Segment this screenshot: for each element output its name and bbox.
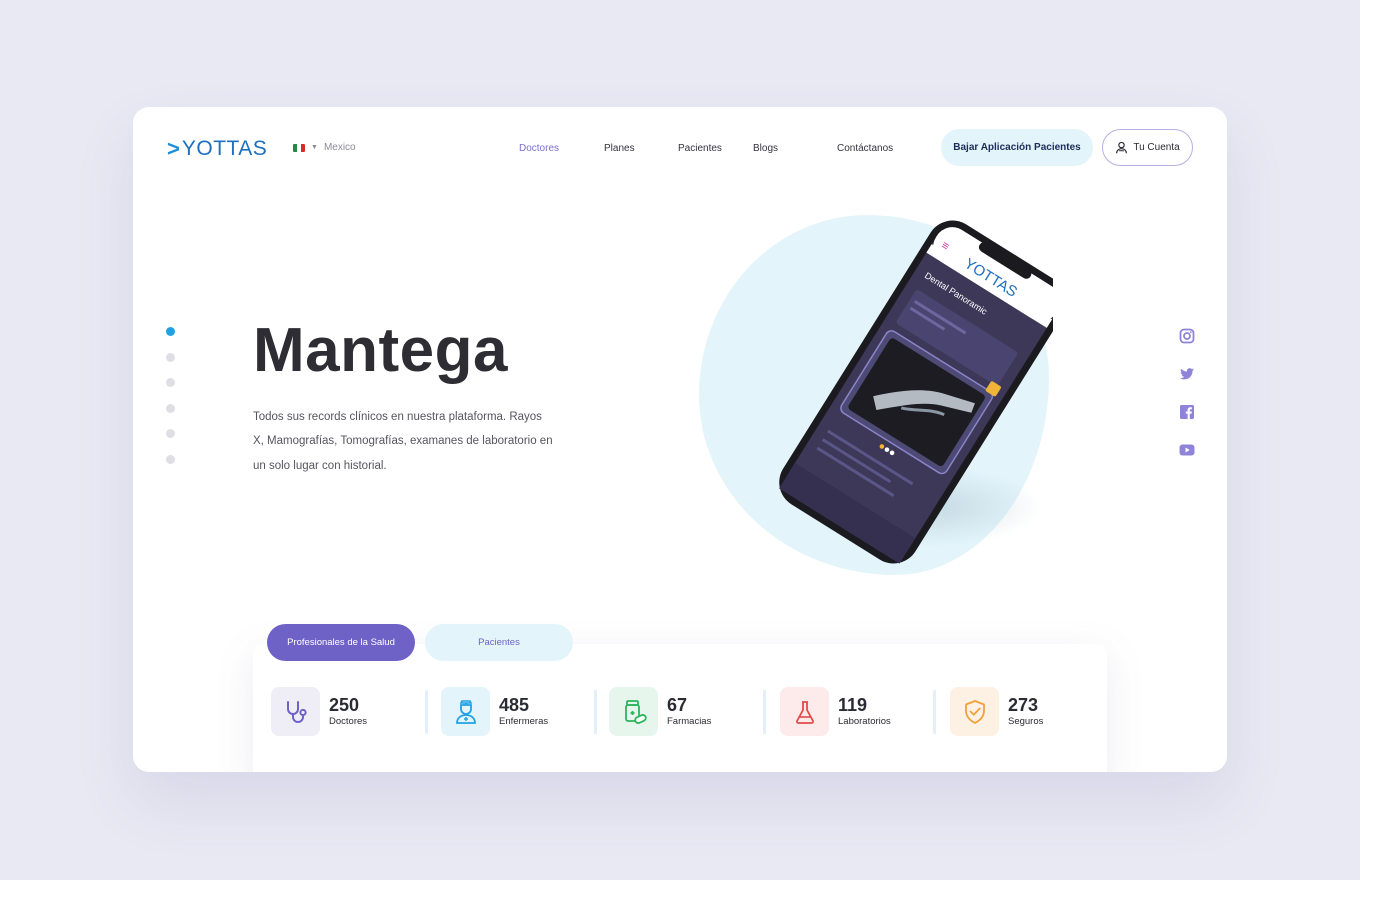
stat-label: Enfermeras <box>499 716 549 727</box>
stats-panel: 250 Doctores 485 Enfermeras 67 Farmacias… <box>253 644 1107 772</box>
chevron-down-icon: ▼ <box>311 144 318 151</box>
user-icon <box>1116 141 1128 154</box>
stat-divider <box>763 690 766 734</box>
stat-label: Seguros <box>1008 716 1044 727</box>
tab-pacientes[interactable]: Pacientes <box>425 624 573 661</box>
stat-doctores: 250 Doctores <box>271 687 367 736</box>
stat-label: Doctores <box>329 716 368 727</box>
stat-seguros: 273 Seguros <box>950 687 1043 736</box>
stat-value: 273 <box>1008 695 1039 715</box>
country-selector[interactable]: ▼ Mexico <box>293 142 356 153</box>
slider-dot[interactable] <box>166 429 175 438</box>
main-nav: Doctores Planes Pacientes Blogs Contácta… <box>519 143 893 154</box>
download-app-button[interactable]: Bajar Aplicación Pacientes <box>941 129 1093 166</box>
flask-icon <box>780 687 829 736</box>
stat-value: 67 <box>667 695 688 715</box>
shield-check-icon <box>950 687 999 736</box>
stat-value: 485 <box>499 695 530 715</box>
stat-value: 119 <box>838 695 868 715</box>
slider-pagination <box>166 327 175 464</box>
nav-doctores[interactable]: Doctores <box>519 143 604 154</box>
hero-description: Todos sus records clínicos en nuestra pl… <box>253 410 553 472</box>
stethoscope-icon <box>271 687 320 736</box>
slider-dot[interactable] <box>166 454 175 464</box>
stat-label: Laboratorios <box>838 716 891 727</box>
instagram-icon[interactable] <box>1179 328 1195 344</box>
nurse-icon <box>441 687 490 736</box>
tab-profesionales[interactable]: Profesionales de la Salud <box>267 624 415 661</box>
stat-value: 250 <box>329 695 360 715</box>
nav-blogs[interactable]: Blogs <box>753 143 837 154</box>
account-button[interactable]: Tu Cuenta <box>1102 129 1193 166</box>
phone-mockup: YOTTAS ≡ Dental Panoramic <box>773 207 1067 567</box>
logo-chevron-icon: > <box>167 136 180 161</box>
nav-pacientes[interactable]: Pacientes <box>678 143 753 154</box>
stat-divider <box>594 690 597 734</box>
nav-contactanos[interactable]: Contáctanos <box>837 143 893 154</box>
nav-planes[interactable]: Planes <box>604 143 678 154</box>
yottas-logo[interactable]: > YOTTAS <box>167 137 267 161</box>
facebook-icon[interactable] <box>1179 404 1195 420</box>
social-links <box>1179 328 1195 458</box>
slider-dot[interactable] <box>166 352 175 362</box>
hero-title: Mantega <box>253 316 508 385</box>
stat-label: Farmacias <box>667 716 712 727</box>
slider-dot[interactable] <box>166 403 175 413</box>
logo-text: YOTTAS <box>181 137 268 160</box>
stat-enfermeras: 485 Enfermeras <box>441 687 548 736</box>
twitter-icon[interactable] <box>1179 366 1195 382</box>
stat-divider <box>425 690 428 734</box>
medicine-icon <box>609 687 658 736</box>
youtube-icon[interactable] <box>1179 442 1195 458</box>
stat-divider <box>933 690 936 734</box>
landing-card: > YOTTAS ▼ Mexico Doctores Planes Pacien… <box>133 107 1227 772</box>
stat-farmacias: 67 Farmacias <box>609 687 711 736</box>
account-button-label: Tu Cuenta <box>1133 142 1180 153</box>
slider-dot[interactable] <box>166 378 175 387</box>
mexico-flag-icon <box>293 143 305 152</box>
stat-laboratorios: 119 Laboratorios <box>780 687 891 736</box>
slider-dot[interactable] <box>166 327 175 336</box>
country-label: Mexico <box>323 142 356 153</box>
